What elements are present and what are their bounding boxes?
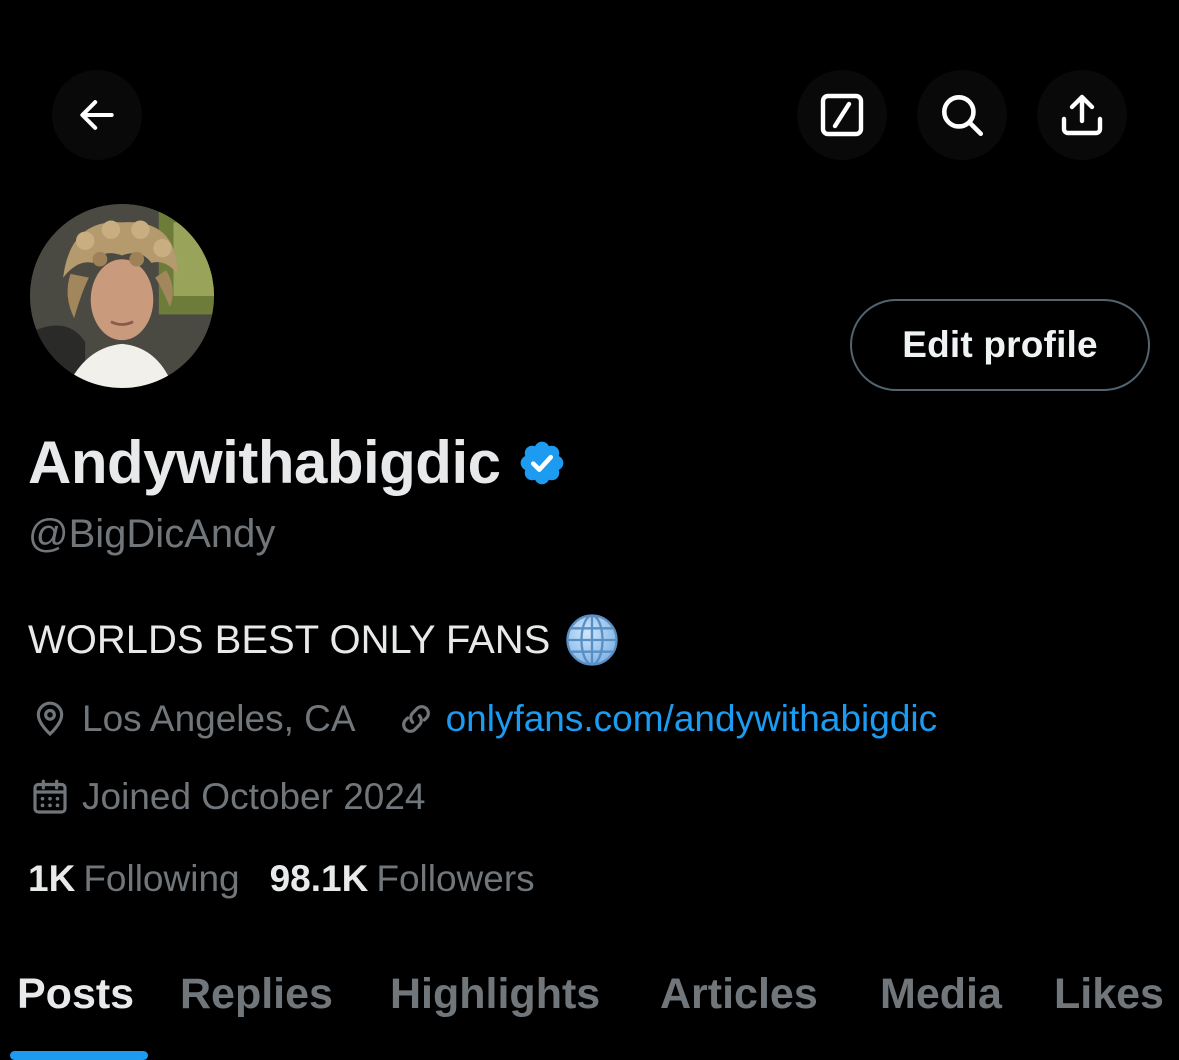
follow-stats: 1K Following 98.1K Followers bbox=[28, 858, 535, 900]
verified-badge-icon bbox=[520, 441, 563, 484]
profile-tabs: Posts Replies Highlights Articles Media … bbox=[0, 960, 1179, 1060]
back-button[interactable] bbox=[52, 70, 142, 160]
globe-emoji-icon bbox=[566, 614, 619, 666]
location-link-row: Los Angeles, CA onlyfans.com/andywithabi… bbox=[30, 698, 937, 740]
active-tab-indicator bbox=[10, 1051, 148, 1060]
tab-posts[interactable]: Posts bbox=[17, 970, 134, 1019]
location-text: Los Angeles, CA bbox=[82, 698, 356, 739]
link-icon bbox=[401, 705, 430, 733]
tab-replies[interactable]: Replies bbox=[180, 970, 333, 1019]
followers-label: Followers bbox=[376, 858, 535, 899]
bio-text: WORLDS BEST ONLY FANS bbox=[28, 617, 551, 662]
name-row: Andywithabigdic bbox=[28, 428, 567, 497]
following-stat[interactable]: 1K Following bbox=[28, 858, 240, 900]
edit-square-button[interactable] bbox=[797, 70, 887, 160]
search-button[interactable] bbox=[917, 70, 1007, 160]
location-pin-icon bbox=[36, 701, 64, 737]
share-button[interactable] bbox=[1037, 70, 1127, 160]
edit-square-icon bbox=[820, 93, 864, 137]
following-count: 1K bbox=[28, 858, 76, 899]
tab-articles[interactable]: Articles bbox=[660, 970, 818, 1019]
joined-text: Joined October 2024 bbox=[82, 776, 426, 817]
followers-count: 98.1K bbox=[269, 858, 369, 899]
profile-page: Edit profile Andywithabigdic @BigDicAndy… bbox=[0, 0, 1179, 1060]
following-label: Following bbox=[83, 858, 240, 899]
share-icon bbox=[1061, 94, 1103, 136]
avatar[interactable] bbox=[26, 200, 218, 392]
tab-highlights[interactable]: Highlights bbox=[390, 970, 600, 1019]
search-icon bbox=[942, 95, 984, 137]
bio: WORLDS BEST ONLY FANS bbox=[28, 612, 620, 668]
tab-likes[interactable]: Likes bbox=[1054, 970, 1164, 1019]
tab-media[interactable]: Media bbox=[880, 970, 1002, 1019]
handle: @BigDicAndy bbox=[28, 512, 276, 556]
display-name: Andywithabigdic bbox=[28, 429, 501, 496]
joined-row: Joined October 2024 bbox=[30, 776, 426, 818]
arrow-left-icon bbox=[80, 100, 114, 130]
avatar-photo bbox=[30, 204, 214, 388]
followers-stat[interactable]: 98.1K Followers bbox=[270, 858, 535, 900]
website-link[interactable]: onlyfans.com/andywithabigdic bbox=[446, 698, 938, 740]
calendar-icon bbox=[33, 779, 67, 814]
edit-profile-button[interactable]: Edit profile bbox=[850, 299, 1150, 391]
